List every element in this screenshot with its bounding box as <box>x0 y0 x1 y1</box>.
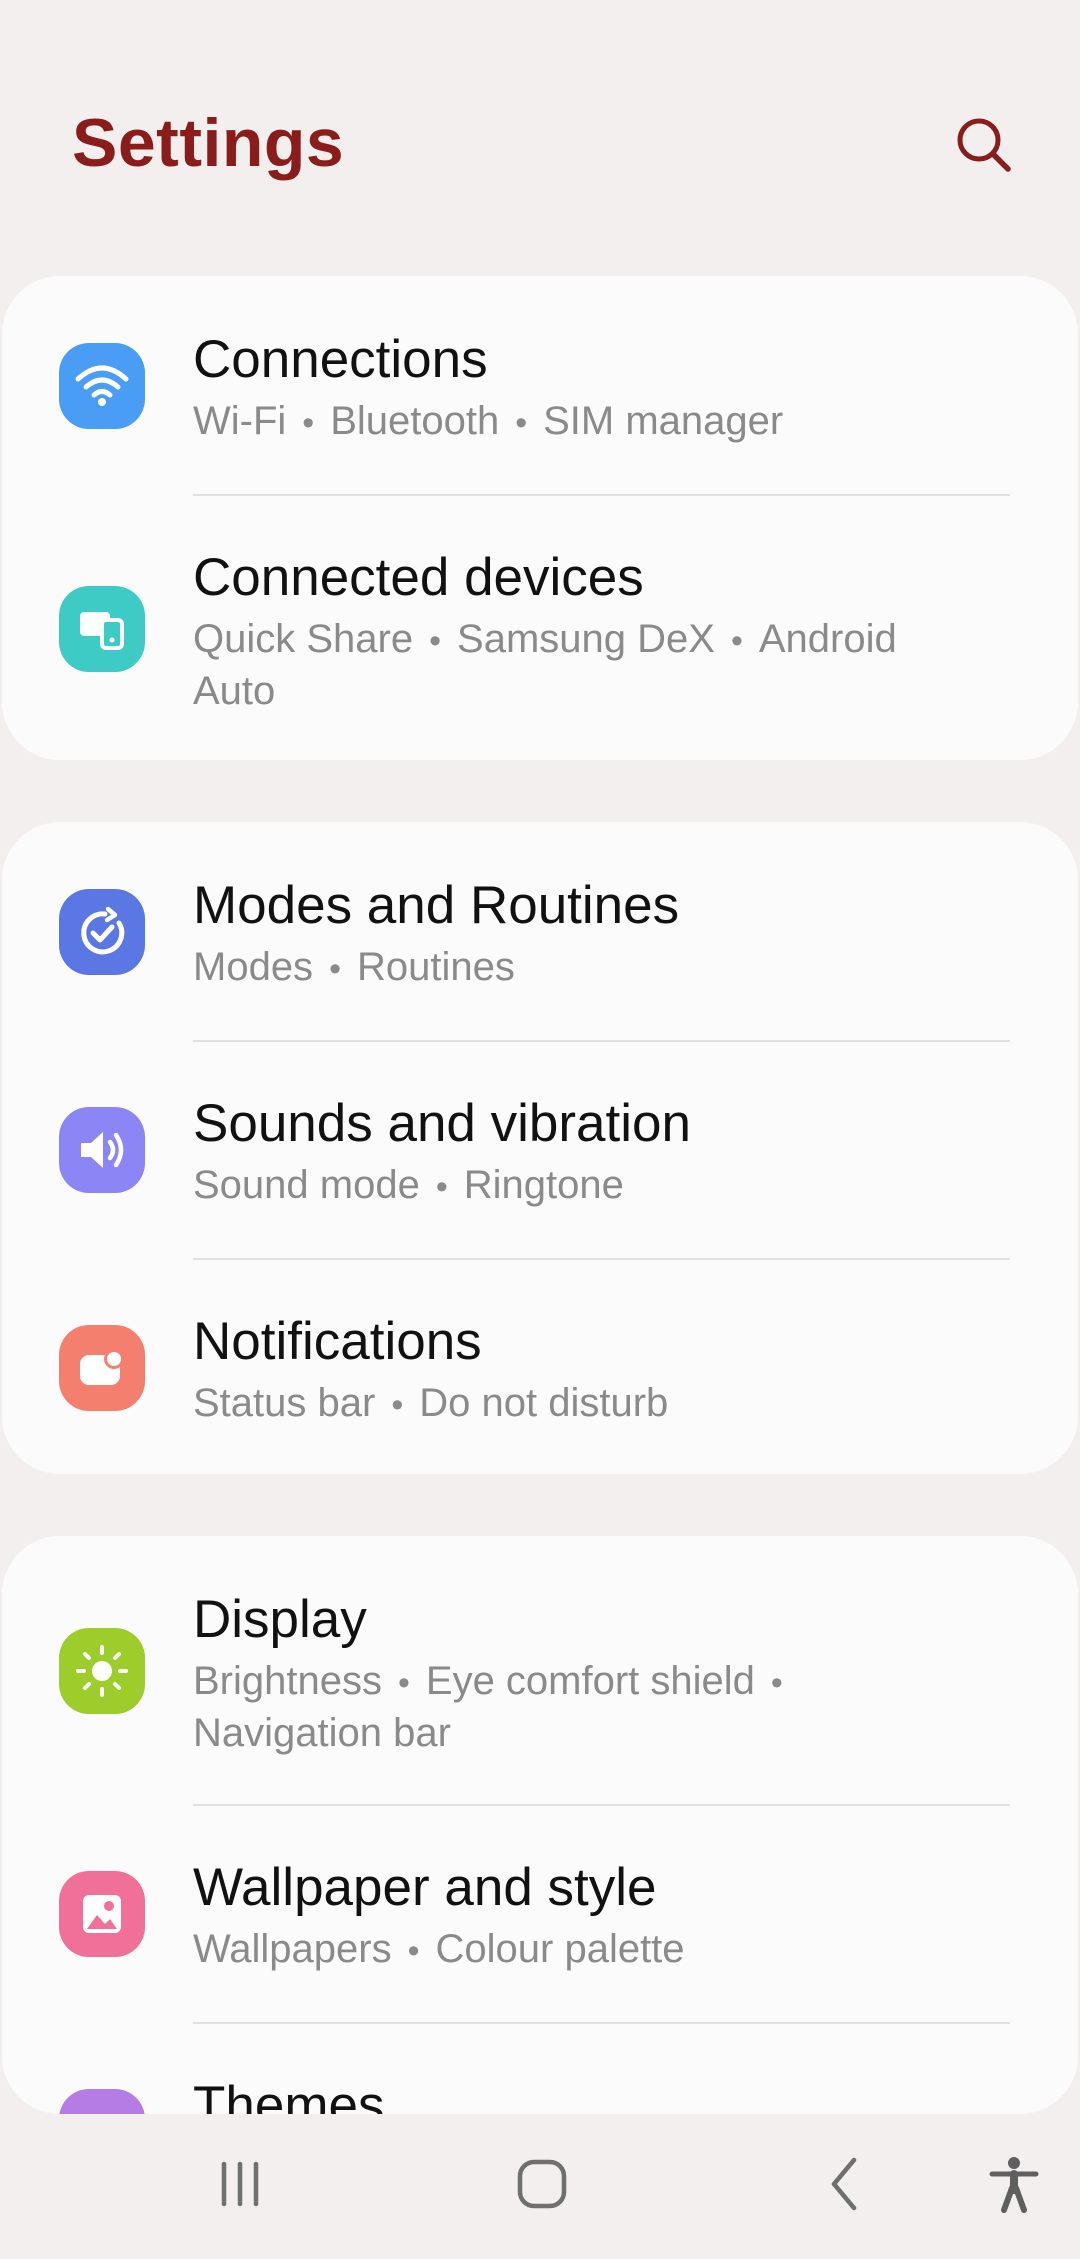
connected-devices-icon <box>59 586 145 672</box>
home-icon <box>517 2159 567 2209</box>
recents-button[interactable] <box>190 2134 290 2234</box>
settings-group-sound-notifications: Modes and Routines Modes • Routines Sounds… <box>2 822 1078 1474</box>
modes-routines-icon <box>59 889 145 975</box>
page-title: Settings <box>72 105 345 181</box>
settings-item-modes-routines[interactable]: Modes and Routines Modes • Routines <box>2 822 1078 1040</box>
settings-item-title: Themes <box>193 2076 385 2114</box>
navigation-bar <box>0 2114 1080 2259</box>
settings-item-subtitle: Status bar • Do not disturb <box>193 1381 669 1425</box>
settings-item-wallpaper-style[interactable]: Wallpaper and style Wallpapers • Colour pa… <box>2 1806 1078 2022</box>
settings-item-subtitle: Modes • Routines <box>193 945 515 989</box>
settings-item-subtitle: Sound mode • Ringtone <box>193 1163 624 1207</box>
themes-icon <box>59 2089 145 2114</box>
settings-group-connectivity: Connections Wi-Fi • Bluetooth • SIM manager … <box>2 276 1078 760</box>
settings-item-subtitle: Brightness • Eye comfort shield •Navigation… <box>193 1659 783 1755</box>
settings-item-subtitle: Quick Share • Samsung DeX • Android Auto <box>193 617 897 713</box>
settings-item-title: Sounds and vibration <box>193 1094 691 1153</box>
settings-item-themes[interactable]: Themes <box>2 2024 1078 2114</box>
back-icon <box>831 2157 857 2211</box>
wallpaper-icon <box>59 1871 145 1957</box>
settings-item-title: Modes and Routines <box>193 876 680 935</box>
wifi-icon <box>59 343 145 429</box>
back-button[interactable] <box>796 2134 896 2234</box>
settings-group-display-style: Display Brightness • Eye comfort shield •Na… <box>2 1536 1078 2114</box>
settings-item-title: Display <box>193 1590 367 1649</box>
search-button[interactable] <box>944 105 1024 185</box>
sound-icon <box>59 1107 145 1193</box>
notifications-icon <box>59 1325 145 1411</box>
settings-item-subtitle: Wi-Fi • Bluetooth • SIM manager <box>193 399 784 443</box>
settings-item-connected-devices[interactable]: Connected devices Quick Share • Samsung De… <box>2 496 1078 760</box>
settings-item-display[interactable]: Display Brightness • Eye comfort shield •Na… <box>2 1536 1078 1804</box>
search-icon <box>957 118 1011 172</box>
recents-icon <box>221 2161 259 2207</box>
settings-item-title: Wallpaper and style <box>193 1858 657 1917</box>
settings-item-connections[interactable]: Connections Wi-Fi • Bluetooth • SIM manager <box>2 276 1078 494</box>
accessibility-button[interactable] <box>964 2134 1064 2234</box>
settings-item-notifications[interactable]: Notifications Status bar • Do not disturb <box>2 1260 1078 1474</box>
settings-item-subtitle: Wallpapers • Colour palette <box>193 1927 685 1971</box>
display-brightness-icon <box>59 1628 145 1714</box>
settings-item-title: Connections <box>193 330 488 389</box>
app-header: Settings <box>0 0 1080 276</box>
home-button[interactable] <box>492 2134 592 2234</box>
settings-item-title: Connected devices <box>193 548 644 607</box>
accessibility-icon <box>989 2157 1039 2213</box>
settings-item-title: Notifications <box>193 1312 482 1371</box>
settings-item-sounds-vibration[interactable]: Sounds and vibration Sound mode • Ringtone <box>2 1042 1078 1258</box>
